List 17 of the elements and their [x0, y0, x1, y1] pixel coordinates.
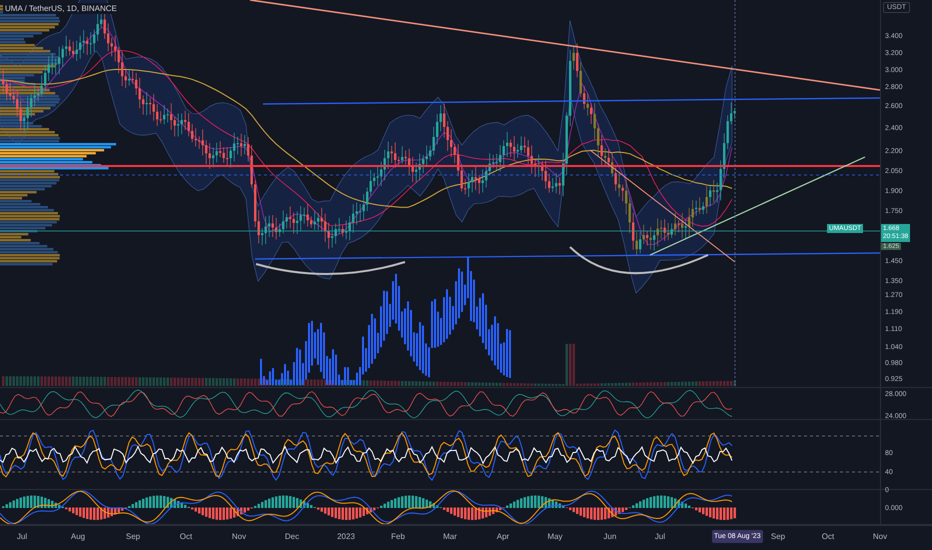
time-tick-label: Oct: [822, 532, 834, 541]
time-tick-label: Nov: [232, 532, 246, 541]
time-tick-label: Mar: [443, 532, 457, 541]
time-tick-label: Sep: [770, 532, 786, 541]
time-tick-label: May: [547, 532, 563, 541]
time-tick-label: Jun: [604, 532, 616, 541]
time-tick-label: Aug: [70, 532, 86, 541]
chart-title: UMA / TetherUS, 1D, BINANCE: [3, 3, 119, 14]
time-tick-label: Oct: [180, 532, 192, 541]
time-tick-label: Apr: [496, 532, 510, 541]
time-tick-label: Jul: [16, 532, 28, 541]
time-tick-label: Feb: [391, 532, 405, 541]
time-tick-label: Sep: [126, 532, 140, 541]
time-tick-label: Dec: [284, 532, 300, 541]
time-tick-label: Nov: [872, 532, 888, 541]
time-tick-label: 2023: [337, 532, 355, 541]
time-tick-label: Jul: [654, 532, 666, 541]
